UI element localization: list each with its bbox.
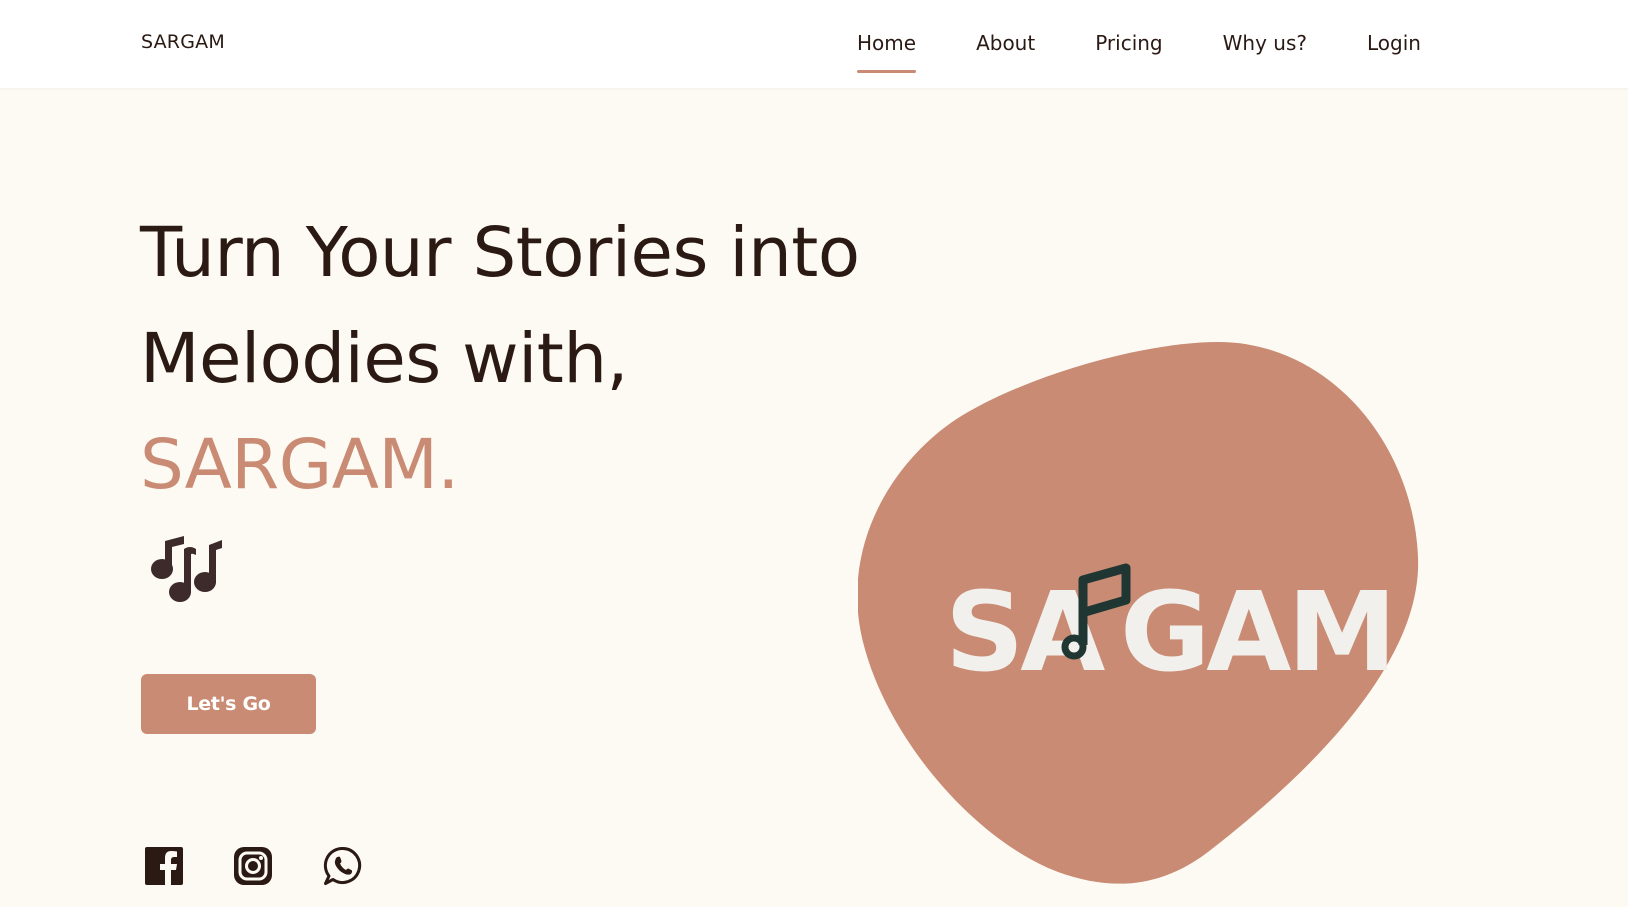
hero-title-line-1: Turn Your Stories into — [140, 213, 860, 293]
nav-link-home[interactable]: Home — [857, 0, 917, 73]
logo-text-right: GAM — [1120, 568, 1393, 696]
brand-logo-text[interactable]: SARGAM — [141, 31, 225, 53]
hero-logo-blob: SA GAM — [858, 342, 1420, 890]
facebook-icon[interactable] — [143, 845, 185, 887]
nav-link-why-us[interactable]: Why us? — [1223, 0, 1307, 55]
music-notes-icon — [150, 535, 224, 605]
nav-links: Home About Pricing Why us? Login — [857, 0, 1421, 88]
nav-link-login[interactable]: Login — [1367, 0, 1421, 55]
nav-link-about[interactable]: About — [976, 0, 1035, 55]
hero-title-line-2: Melodies with, — [140, 319, 628, 399]
hero-title-accent: SARGAM. — [140, 425, 459, 505]
lets-go-button[interactable]: Let's Go — [141, 674, 316, 734]
navbar: SARGAM Home About Pricing Why us? Login — [0, 0, 1628, 88]
whatsapp-icon[interactable] — [322, 845, 364, 887]
hero-title: Turn Your Stories into Melodies with, SA… — [140, 200, 860, 518]
instagram-icon[interactable] — [232, 845, 274, 887]
nav-link-pricing[interactable]: Pricing — [1095, 0, 1162, 55]
